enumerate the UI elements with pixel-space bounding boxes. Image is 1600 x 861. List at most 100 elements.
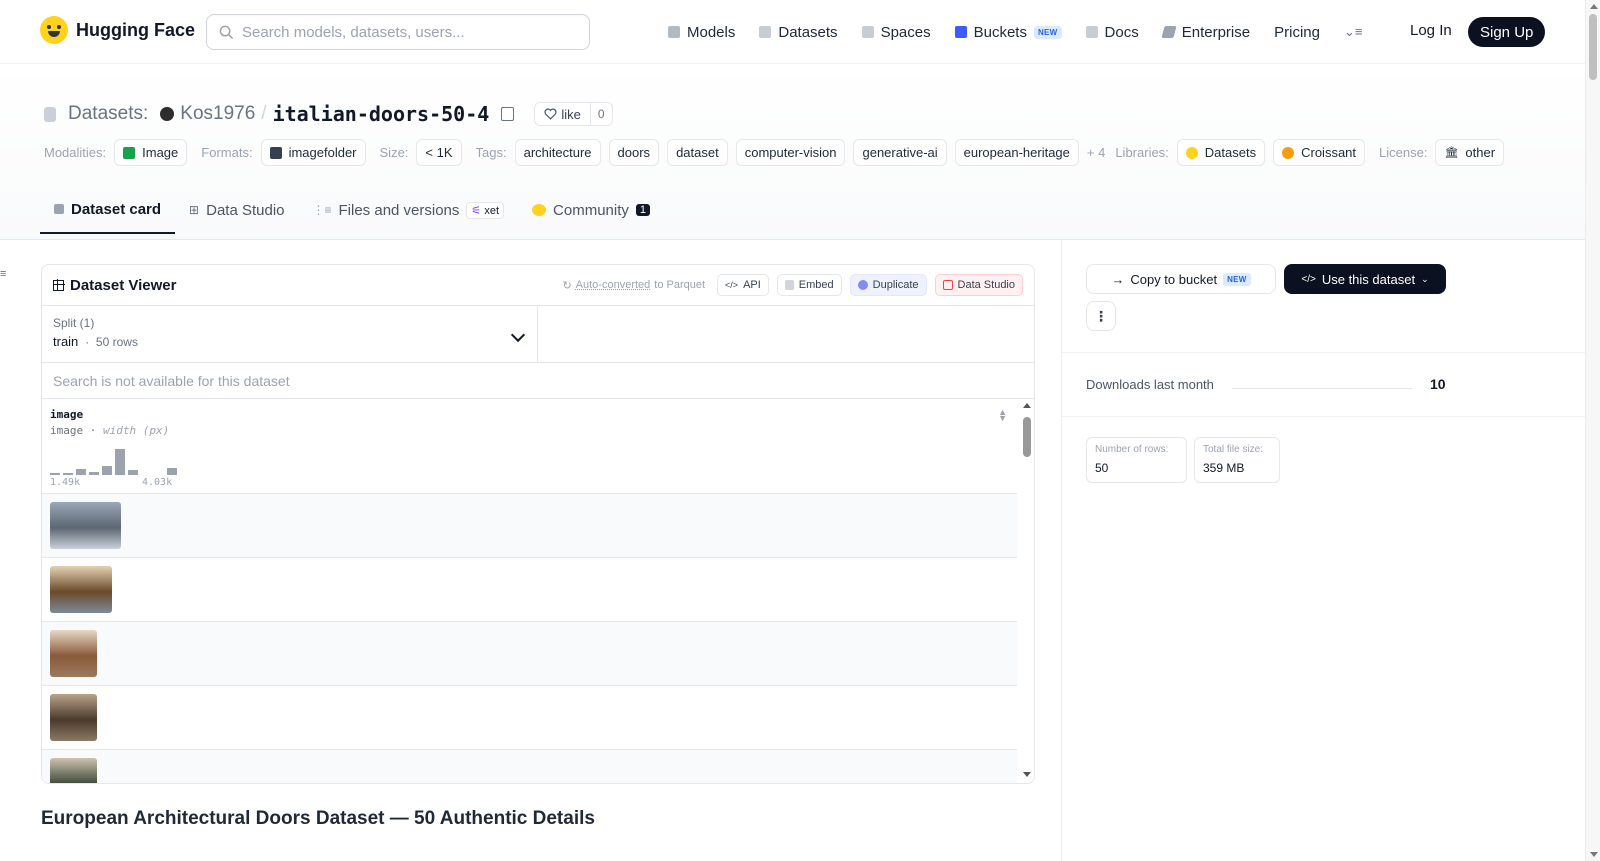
nav-datasets[interactable]: Datasets	[759, 20, 838, 44]
histogram-bar[interactable]	[167, 467, 177, 475]
viewer-header: Dataset Viewer ↻ Auto-converted to Parqu…	[42, 265, 1034, 306]
scroll-thumb[interactable]	[1023, 417, 1031, 457]
scroll-thumb[interactable]	[1589, 14, 1597, 80]
tab-files-and-versions[interactable]: ⋮≡ Files and versions ⚟ xet	[299, 186, 519, 234]
histogram-bar[interactable]	[115, 449, 125, 475]
modality-chip[interactable]: Image	[114, 139, 188, 166]
column-name: image	[50, 408, 84, 421]
tag-chip[interactable]: architecture	[514, 139, 601, 166]
image-thumbnail[interactable]	[50, 502, 121, 549]
repo-name-link[interactable]: italian-doors-50-4	[273, 102, 490, 126]
search-input[interactable]	[242, 23, 572, 41]
histogram-bar[interactable]	[63, 473, 73, 475]
scroll-up-icon[interactable]	[1023, 403, 1031, 408]
size-chip[interactable]: < 1K	[416, 139, 462, 166]
embed-button[interactable]: Embed	[776, 274, 842, 296]
tag-chip[interactable]: dataset	[667, 139, 728, 166]
toc-toggle-icon[interactable]: ≡	[0, 268, 6, 280]
nav-models[interactable]: Models	[668, 20, 735, 44]
table-row[interactable]	[42, 494, 1017, 558]
table-row[interactable]	[42, 558, 1017, 622]
tab-dataset-card[interactable]: Dataset card	[40, 186, 176, 234]
signup-button[interactable]: Sign Up	[1468, 17, 1546, 47]
histogram-bar[interactable]	[89, 471, 99, 475]
viewer-search-disabled: Search is not available for this dataset	[42, 363, 1034, 399]
tab-community[interactable]: Community 1	[518, 186, 664, 234]
table-row[interactable]	[42, 686, 1017, 750]
auto-converted-suffix: to Parquet	[654, 279, 706, 291]
like-count[interactable]: 0	[591, 107, 612, 121]
library-chip-datasets[interactable]: Datasets	[1176, 139, 1266, 166]
duplicate-icon	[857, 280, 868, 290]
image-thumbnail[interactable]	[50, 630, 97, 677]
data-studio-button[interactable]: Data Studio	[934, 274, 1023, 296]
column-header-image[interactable]: image image · width (px) 1.49k 4.03k ▲ ▼	[42, 399, 1017, 494]
histogram-bar[interactable]	[128, 470, 138, 475]
global-search[interactable]	[206, 14, 590, 50]
viewer-title-text: Dataset Viewer	[70, 276, 177, 294]
license-chip[interactable]: 🏛 other	[1435, 139, 1505, 166]
data-studio-label: Data Studio	[957, 279, 1015, 291]
repo-tabs: Dataset card ⊞ Data Studio ⋮≡ Files and …	[40, 186, 664, 234]
image-thumbnail[interactable]	[50, 566, 112, 613]
scroll-down-icon[interactable]	[1590, 852, 1598, 857]
sidebar-separator	[1062, 352, 1585, 353]
like-toggle[interactable]: like	[535, 103, 591, 125]
table-row[interactable]	[42, 750, 1017, 783]
copy-to-bucket-button[interactable]: → Copy to bucket NEW	[1086, 264, 1276, 294]
auto-converted-note[interactable]: ↻ Auto-converted to Parquet	[562, 279, 705, 292]
scroll-up-icon[interactable]	[1590, 4, 1598, 9]
file-size-value: 359 MB	[1203, 461, 1245, 475]
histogram-bar[interactable]	[76, 468, 86, 475]
column-subtype: width (px)	[103, 424, 170, 437]
histogram-min-label: 1.49k	[50, 477, 81, 488]
auto-converted-link[interactable]: Auto-converted	[576, 279, 651, 291]
width-histogram[interactable]	[50, 449, 190, 475]
like-label: like	[561, 106, 581, 122]
table-row[interactable]	[42, 622, 1017, 686]
histogram-bar[interactable]	[102, 465, 112, 475]
tag-chip[interactable]: european-heritage	[954, 139, 1079, 166]
duplicate-button[interactable]: Duplicate	[849, 274, 927, 296]
use-this-dataset-button[interactable]: </> Use this dataset ⌄	[1284, 264, 1446, 294]
like-button[interactable]: like 0	[534, 102, 613, 126]
croissant-icon	[1282, 146, 1295, 159]
image-icon	[123, 146, 136, 159]
scroll-down-icon[interactable]	[1023, 772, 1031, 777]
kebab-icon: ⋮	[1094, 307, 1108, 324]
nav-docs[interactable]: Docs	[1085, 20, 1139, 44]
sort-icon[interactable]: ▲ ▼	[998, 408, 1007, 423]
image-thumbnail[interactable]	[50, 694, 97, 741]
format-chip[interactable]: imagefolder	[260, 139, 366, 166]
copy-icon[interactable]	[501, 107, 515, 121]
brand-logo[interactable]: Hugging Face	[40, 16, 195, 44]
more-options-button[interactable]: ⋮	[1086, 301, 1116, 331]
sidebar-separator	[1062, 416, 1585, 417]
xet-label: xet	[484, 204, 500, 217]
database-icon	[44, 106, 56, 122]
brand-name: Hugging Face	[76, 19, 196, 40]
histogram-bar[interactable]	[50, 473, 60, 475]
library-chip-croissant[interactable]: Croissant	[1273, 139, 1366, 166]
more-tags-link[interactable]: + 4	[1087, 145, 1105, 160]
nav-pricing[interactable]: Pricing	[1274, 20, 1320, 44]
viewer-table: image image · width (px) 1.49k 4.03k ▲ ▼	[42, 399, 1034, 783]
page-scrollbar[interactable]	[1585, 0, 1600, 861]
tab-data-studio[interactable]: ⊞ Data Studio	[175, 186, 298, 234]
tag-chip[interactable]: generative-ai	[853, 139, 947, 166]
image-thumbnail[interactable]	[50, 758, 97, 783]
tag-chip[interactable]: doors	[608, 139, 660, 166]
split-rows: 50 rows	[95, 335, 138, 349]
repo-owner-link[interactable]: Kos1976	[180, 103, 255, 125]
nav-buckets[interactable]: Buckets NEW	[954, 20, 1062, 44]
more-menu-icon[interactable]: ⌄≡	[1344, 24, 1366, 40]
login-link[interactable]: Log In	[1410, 22, 1452, 39]
nav-spaces[interactable]: Spaces	[861, 20, 931, 44]
viewer-scrollbar[interactable]	[1020, 399, 1034, 783]
tag-chip[interactable]: computer-vision	[735, 139, 846, 166]
nav-enterprise[interactable]: Enterprise	[1161, 20, 1250, 44]
api-button[interactable]: </> API	[717, 274, 769, 296]
tags-label: Tags:	[475, 145, 507, 160]
datasets-prefix[interactable]: Datasets:	[68, 103, 148, 125]
split-selector[interactable]: Split (1) train · 50 rows	[42, 306, 538, 362]
